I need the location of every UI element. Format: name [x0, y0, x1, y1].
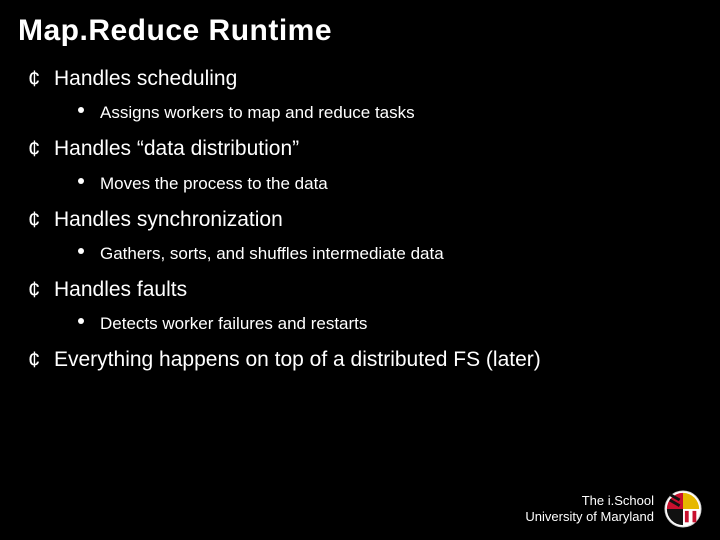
hollow-bullet-icon: ¢	[28, 66, 54, 90]
bullet-text: Handles “data distribution”	[54, 136, 299, 162]
sub-bullet-text: Gathers, sorts, and shuffles intermediat…	[100, 243, 444, 265]
footer-line-1: The i.School	[525, 493, 654, 509]
bullet-text: Handles faults	[54, 277, 187, 303]
dot-bullet-icon	[78, 243, 100, 254]
sub-bullet-text: Detects worker failures and restarts	[100, 313, 367, 335]
hollow-bullet-icon: ¢	[28, 207, 54, 231]
bullet-item: ¢ Handles faults	[28, 277, 702, 303]
bullet-item: ¢ Handles “data distribution”	[28, 136, 702, 162]
slide-title: Map.Reduce Runtime	[18, 14, 702, 48]
slide-body: ¢ Handles scheduling Assigns workers to …	[18, 66, 702, 374]
bullet-text: Everything happens on top of a distribut…	[54, 347, 541, 373]
bullet-item: ¢ Handles scheduling	[28, 66, 702, 92]
bullet-item: ¢ Handles synchronization	[28, 207, 702, 233]
dot-bullet-icon	[78, 173, 100, 184]
umd-logo-icon	[664, 490, 702, 528]
bullet-text: Handles scheduling	[54, 66, 237, 92]
sub-bullet-item: Detects worker failures and restarts	[78, 313, 702, 335]
dot-bullet-icon	[78, 102, 100, 113]
footer-text: The i.School University of Maryland	[525, 493, 654, 526]
sub-bullet-item: Moves the process to the data	[78, 173, 702, 195]
footer-line-2: University of Maryland	[525, 509, 654, 525]
slide: Map.Reduce Runtime ¢ Handles scheduling …	[0, 0, 720, 540]
sub-bullet-text: Assigns workers to map and reduce tasks	[100, 102, 415, 124]
bullet-text: Handles synchronization	[54, 207, 283, 233]
hollow-bullet-icon: ¢	[28, 136, 54, 160]
sub-bullet-text: Moves the process to the data	[100, 173, 328, 195]
sub-bullet-item: Gathers, sorts, and shuffles intermediat…	[78, 243, 702, 265]
slide-footer: The i.School University of Maryland	[525, 490, 702, 528]
sub-bullet-item: Assigns workers to map and reduce tasks	[78, 102, 702, 124]
hollow-bullet-icon: ¢	[28, 347, 54, 371]
dot-bullet-icon	[78, 313, 100, 324]
hollow-bullet-icon: ¢	[28, 277, 54, 301]
bullet-item: ¢ Everything happens on top of a distrib…	[28, 347, 702, 373]
